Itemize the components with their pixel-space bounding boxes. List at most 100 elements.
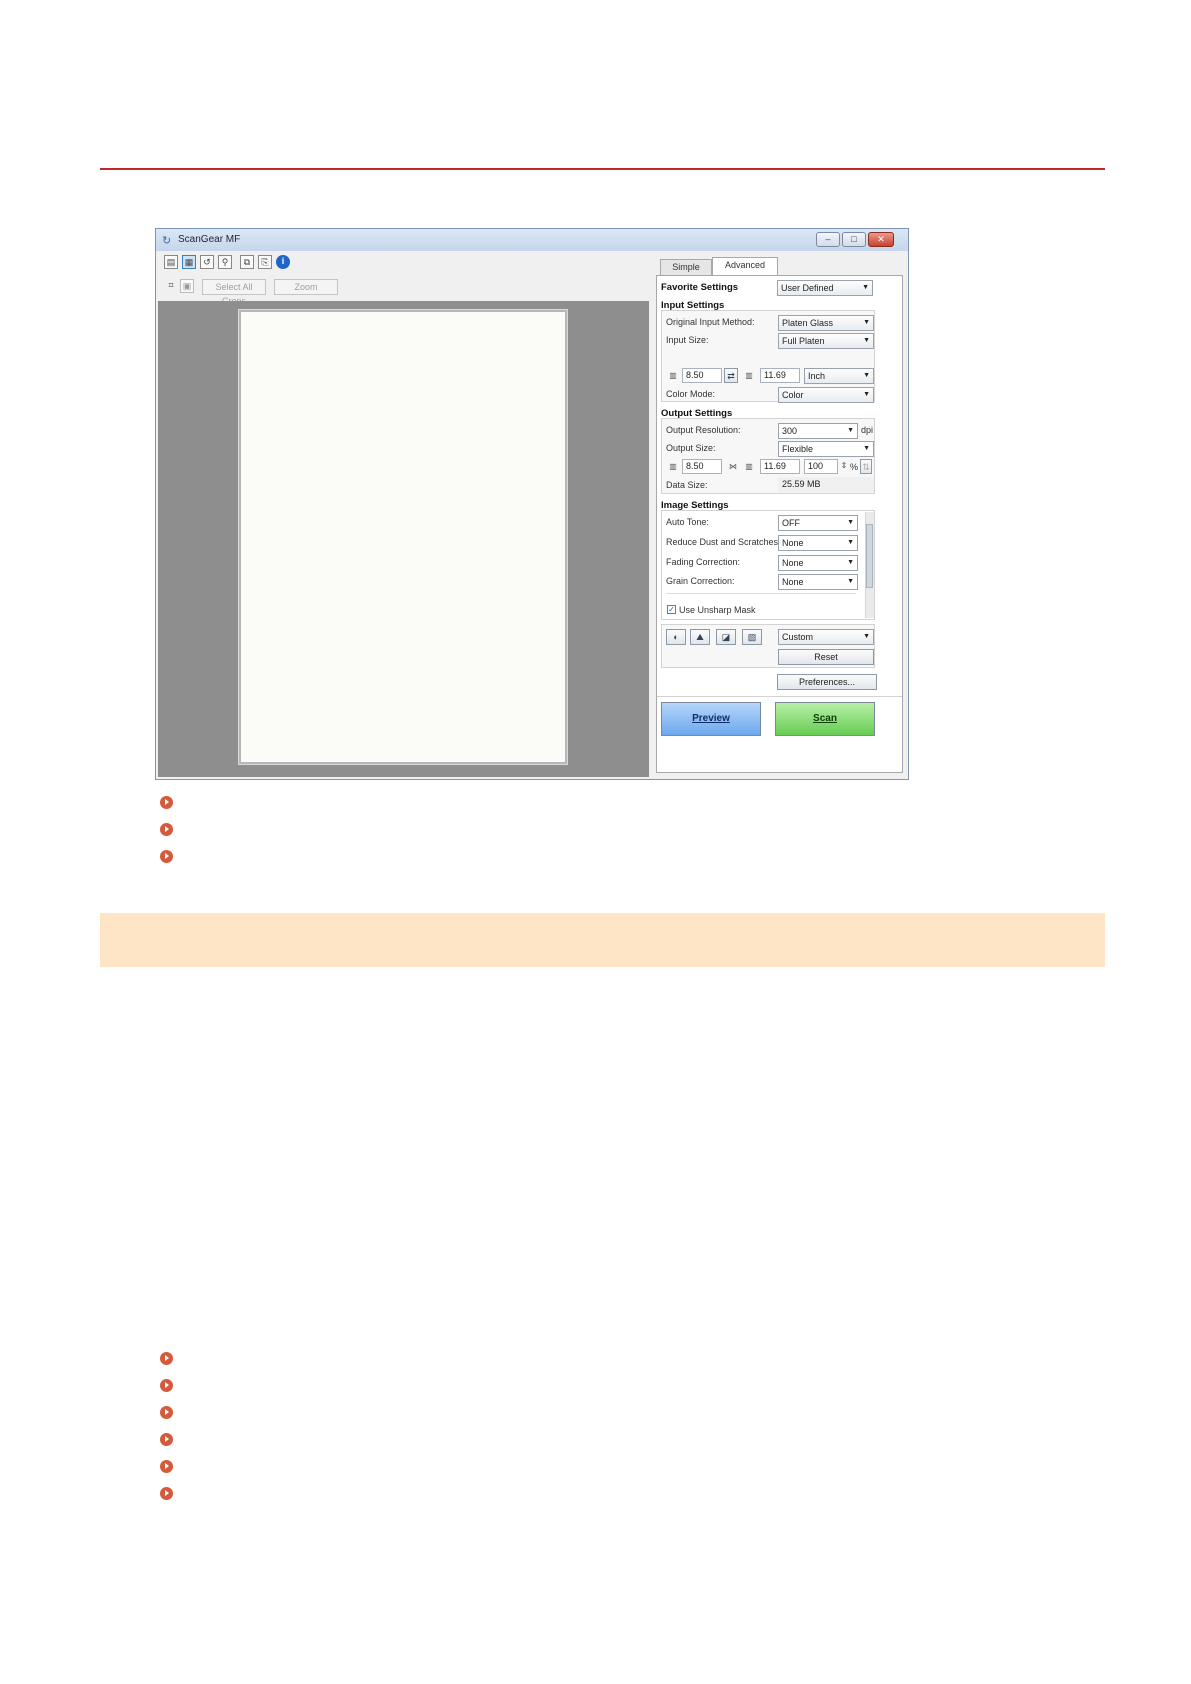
image-settings-section: Auto Tone: OFF ▼ Reduce Dust and Scratche… — [661, 510, 875, 620]
link-bullet-icon — [160, 823, 173, 836]
fading-correction-value: None — [782, 558, 804, 568]
dropdown-arrow-icon: ▼ — [863, 445, 870, 452]
reduce-dust-select[interactable]: None ▼ — [778, 535, 858, 551]
zoom-icon[interactable]: ⚲ — [218, 255, 232, 269]
data-size-label: Data Size: — [666, 480, 708, 490]
output-size-select[interactable]: Flexible ▼ — [778, 441, 874, 457]
link-bullet-icon — [160, 1460, 173, 1473]
copy-icon[interactable]: ⎘ — [258, 255, 272, 269]
output-settings-section: Output Resolution: 300 ▼ dpi Output Size:… — [661, 418, 875, 494]
tone-preset-select[interactable]: Custom ▼ — [778, 629, 874, 645]
link-bullet-icon — [160, 850, 173, 863]
divider — [666, 593, 856, 594]
scangear-window: ↻ ScanGear MF – □ ✕ ▤ ▦ ↺ ⚲ ⧉ ⎘ i ⌗ ▣ Se… — [155, 228, 909, 780]
remove-crop-icon[interactable]: ▣ — [180, 279, 194, 293]
crop-toolbar: ⌗ ▣ Select All Crops Zoom — [160, 277, 650, 306]
unsharp-mask-checkbox[interactable]: ✓ — [667, 605, 676, 614]
dropdown-arrow-icon: ▼ — [847, 539, 854, 546]
preview-document — [239, 310, 567, 764]
window-client: ▤ ▦ ↺ ⚲ ⧉ ⎘ i ⌗ ▣ Select All Crops Zoom … — [156, 251, 908, 779]
tone-curve-icon[interactable]: ◪ — [716, 629, 736, 645]
reduce-dust-label: Reduce Dust and Scratches: — [666, 537, 781, 547]
preferences-button[interactable]: Preferences... — [777, 674, 877, 690]
dropdown-arrow-icon: ▼ — [863, 337, 870, 344]
unsharp-mask-label: Use Unsharp Mask — [679, 605, 756, 615]
dropdown-arrow-icon: ▼ — [863, 372, 870, 379]
color-mode-label: Color Mode: — [666, 389, 716, 399]
link-dimensions-icon: ⋈ — [729, 462, 737, 471]
close-button[interactable]: ✕ — [868, 232, 894, 247]
select-all-crops-button[interactable]: Select All Crops — [202, 279, 266, 306]
link-bullet-icon — [160, 1433, 173, 1446]
scale-field[interactable]: 100 — [804, 459, 838, 474]
tab-advanced-mode[interactable]: Advanced Mode — [712, 257, 778, 284]
fading-correction-select[interactable]: None ▼ — [778, 555, 858, 571]
input-size-label: Input Size: — [666, 335, 709, 345]
tone-preset-value: Custom — [782, 632, 814, 642]
input-width-field[interactable]: 8.50 — [682, 368, 722, 383]
thumbnail-icon[interactable]: ▤ — [164, 255, 178, 269]
width-icon: ▥ — [669, 462, 677, 471]
scan-button[interactable]: Scan — [775, 702, 875, 736]
data-size-value: 25.59 MB — [778, 477, 874, 492]
section-heading-band — [100, 913, 1105, 967]
tab-simple-mode[interactable]: Simple Mode — [660, 259, 712, 286]
rotate-icon[interactable]: ↺ — [200, 255, 214, 269]
input-size-select[interactable]: Full Platen ▼ — [778, 333, 874, 349]
grain-correction-select[interactable]: None ▼ — [778, 574, 858, 590]
color-mode-value: Color — [782, 390, 804, 400]
whole-image-icon[interactable]: ▦ — [182, 255, 196, 269]
image-settings-scrollbar[interactable] — [865, 512, 874, 618]
auto-tone-label: Auto Tone: — [666, 517, 709, 527]
final-review-icon[interactable]: ▧ — [742, 629, 762, 645]
reset-button[interactable]: Reset — [778, 649, 874, 665]
preview-area[interactable] — [158, 301, 649, 777]
dropdown-arrow-icon: ▼ — [847, 427, 854, 434]
height-icon: ▥ — [745, 462, 753, 471]
input-height-field[interactable]: 11.69 — [760, 368, 800, 383]
unit-value: Inch — [808, 371, 826, 381]
auto-tone-select[interactable]: OFF ▼ — [778, 515, 858, 531]
grain-correction-label: Grain Correction: — [666, 576, 735, 586]
output-resolution-select[interactable]: 300 ▼ — [778, 423, 858, 439]
link-bullet-icon — [160, 796, 173, 809]
dropdown-arrow-icon: ▼ — [863, 319, 870, 326]
input-settings-section: Original Input Method: Platen Glass ▼ Inp… — [661, 310, 875, 403]
output-width-field[interactable]: 8.50 — [682, 459, 722, 474]
preview-button[interactable]: Preview — [661, 702, 761, 736]
color-mode-select[interactable]: Color ▼ — [778, 387, 874, 403]
scrollbar-thumb[interactable] — [866, 524, 873, 588]
dropdown-arrow-icon: ▼ — [863, 633, 870, 640]
link-bullet-icon — [160, 1352, 173, 1365]
zoom-button[interactable]: Zoom — [274, 279, 338, 295]
aspect-lock-icon[interactable]: ⇄ — [724, 368, 738, 383]
height-icon: ▥ — [745, 371, 753, 380]
auto-crop-icon[interactable]: ⌗ — [164, 279, 178, 293]
dropdown-arrow-icon: ▼ — [847, 578, 854, 585]
favorite-settings-select[interactable]: User Defined ▼ — [777, 280, 873, 296]
title-bar: ↻ ScanGear MF – □ ✕ — [156, 229, 908, 251]
divider — [657, 696, 902, 697]
minimize-button[interactable]: – — [816, 232, 840, 247]
grain-correction-value: None — [782, 577, 804, 587]
histogram-icon[interactable]: ⛰ — [690, 629, 710, 645]
crop-icon[interactable]: ⧉ — [240, 255, 254, 269]
link-bullet-icon — [160, 1406, 173, 1419]
favorite-settings-label: Favorite Settings — [661, 282, 739, 293]
color-adjust-section: ◐ ⛰ ◪ ▧ Custom ▼ Reset — [661, 624, 875, 668]
window-title: ScanGear MF — [178, 234, 241, 245]
resolution-unit: dpi — [861, 425, 874, 435]
spin-arrows-icon[interactable]: ⇕ — [839, 461, 849, 471]
swap-icon[interactable]: ⇅ — [860, 459, 872, 474]
unit-select[interactable]: Inch ▼ — [804, 368, 874, 384]
info-icon[interactable]: i — [276, 255, 290, 269]
original-input-method-select[interactable]: Platen Glass ▼ — [778, 315, 874, 331]
brightness-contrast-icon[interactable]: ◐ — [666, 629, 686, 645]
maximize-button[interactable]: □ — [842, 232, 866, 247]
app-icon: ↻ — [162, 235, 172, 247]
link-bullet-icon — [160, 1487, 173, 1500]
dropdown-arrow-icon: ▼ — [862, 284, 869, 291]
auto-tone-value: OFF — [782, 518, 800, 528]
output-resolution-value: 300 — [782, 426, 798, 436]
output-height-field[interactable]: 11.69 — [760, 459, 800, 474]
